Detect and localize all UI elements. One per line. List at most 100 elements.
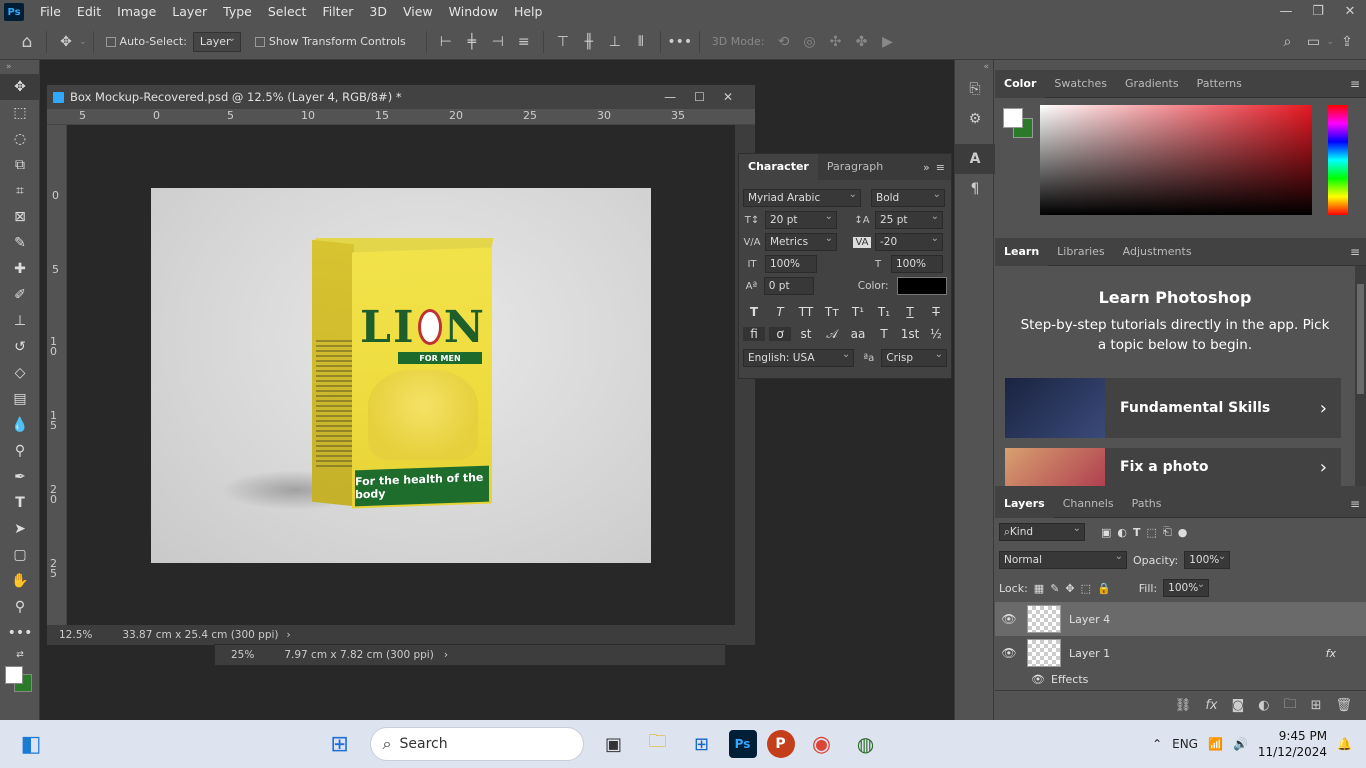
zoom-tool-icon[interactable]: ⚲ <box>0 594 40 620</box>
panel-menu-icon[interactable]: ≡ <box>1350 77 1360 91</box>
filter-adjustment-icon[interactable]: ◐ <box>1117 526 1127 539</box>
align-middle-icon[interactable]: ╫ <box>576 34 602 50</box>
menu-file[interactable]: File <box>32 0 69 24</box>
blur-tool-icon[interactable]: 💧 <box>0 412 40 438</box>
tab-color[interactable]: Color <box>995 69 1046 98</box>
minimize-icon[interactable]: — <box>664 90 676 104</box>
card-fix-a-photo[interactable]: Fix a photo › <box>1005 448 1341 486</box>
fill-field[interactable]: 100% <box>1163 579 1210 597</box>
home-icon[interactable]: ⌂ <box>14 32 40 52</box>
close-icon[interactable]: ✕ <box>1334 0 1366 22</box>
learn-scrollbar-thumb[interactable] <box>1357 284 1364 394</box>
chevron-right-icon[interactable]: › <box>444 649 448 661</box>
new-adjustment-icon[interactable]: ◐ <box>1258 698 1269 713</box>
3d-orbit-icon[interactable]: ⟲ <box>770 34 796 50</box>
menu-edit[interactable]: Edit <box>69 0 109 24</box>
menu-select[interactable]: Select <box>260 0 315 24</box>
align-center-icon[interactable]: ╪ <box>459 34 485 50</box>
panel-menu-icon[interactable]: ≡ <box>1350 245 1360 259</box>
tab-paths[interactable]: Paths <box>1123 490 1171 518</box>
crop-tool-icon[interactable]: ⌗ <box>0 178 40 204</box>
visibility-eye-icon[interactable]: 👁 <box>995 673 1051 686</box>
layer-filter-dropdown[interactable]: ⌕ Kind <box>999 523 1085 541</box>
tab-paragraph[interactable]: Paragraph <box>818 154 892 180</box>
workspace-icon[interactable]: ▭ <box>1300 34 1326 50</box>
menu-window[interactable]: Window <box>441 0 506 24</box>
lock-transparent-icon[interactable]: ▦ <box>1034 582 1044 595</box>
pen-tool-icon[interactable]: ✒ <box>0 464 40 490</box>
taskbar-search[interactable]: ⌕ Search <box>369 727 584 761</box>
filter-pixel-icon[interactable]: ▣ <box>1101 526 1111 539</box>
zoom-level[interactable]: 12.5% <box>59 629 92 641</box>
stylistic-alternates-icon[interactable]: 𝒜 <box>821 327 843 342</box>
app-icon[interactable]: ◍ <box>849 727 883 761</box>
tab-patterns[interactable]: Patterns <box>1188 70 1251 98</box>
align-bottom-icon[interactable]: ⊥ <box>602 34 628 50</box>
underline-icon[interactable]: T <box>899 305 921 319</box>
edit-toolbar-icon[interactable]: ••• <box>0 620 40 646</box>
add-mask-icon[interactable]: ◙ <box>1232 698 1245 713</box>
font-family-dropdown[interactable]: Myriad Arabic <box>743 189 861 207</box>
3d-pan-icon[interactable]: ✣ <box>822 34 848 50</box>
align-left-icon[interactable]: ⊢ <box>433 34 459 50</box>
swash-icon[interactable]: st <box>795 327 817 341</box>
antialias-dropdown[interactable]: Crisp <box>881 349 947 367</box>
share-icon[interactable]: ⇪ <box>1334 34 1360 50</box>
frame-tool-icon[interactable]: ⊠ <box>0 204 40 230</box>
eyedropper-tool-icon[interactable]: ✎ <box>0 230 40 256</box>
opacity-field[interactable]: 100% <box>1184 551 1231 569</box>
menu-3d[interactable]: 3D <box>361 0 395 24</box>
show-transform-checkbox[interactable]: Show Transform Controls <box>254 35 406 48</box>
clock[interactable]: 9:45 PM 11/12/2024 <box>1258 728 1327 760</box>
gradient-tool-icon[interactable]: ▤ <box>0 386 40 412</box>
link-layers-icon[interactable]: ⛓ <box>1175 698 1192 713</box>
clone-stamp-tool-icon[interactable]: ⊥ <box>0 308 40 334</box>
lasso-tool-icon[interactable]: ◌ <box>0 126 40 152</box>
leading-field[interactable]: 25 pt <box>875 211 943 229</box>
more-icon[interactable]: ••• <box>667 34 693 50</box>
hue-slider[interactable] <box>1328 105 1348 215</box>
close-icon[interactable]: ✕ <box>723 90 733 104</box>
filter-smart-object-icon[interactable]: ⎗ <box>1163 525 1172 539</box>
kerning-field[interactable]: Metrics <box>765 233 837 251</box>
layer-fx-badge[interactable]: fx <box>1326 647 1336 660</box>
expand-icon[interactable]: » <box>923 161 930 174</box>
blend-mode-dropdown[interactable]: Normal <box>999 551 1127 569</box>
new-group-icon[interactable]: 🗀 <box>1284 695 1297 717</box>
horizontal-scale-field[interactable]: 100% <box>891 255 943 273</box>
small-caps-icon[interactable]: Tт <box>821 305 843 319</box>
faux-italic-icon[interactable]: T <box>769 305 791 319</box>
all-caps-icon[interactable]: TT <box>795 305 817 319</box>
distribute-icon[interactable]: ≡ <box>511 34 537 50</box>
marquee-tool-icon[interactable]: ⬚ <box>0 100 40 126</box>
swap-colors-icon[interactable]: ⇄ <box>0 646 40 664</box>
properties-icon[interactable]: ⚙ <box>955 104 995 134</box>
widgets-icon[interactable]: ◧ <box>14 727 48 761</box>
restore-icon[interactable]: ❐ <box>1302 0 1334 22</box>
lock-position-icon[interactable]: ✥ <box>1065 582 1074 595</box>
visibility-eye-icon[interactable]: 👁 <box>995 612 1023 626</box>
shape-tool-icon[interactable]: ▢ <box>0 542 40 568</box>
menu-filter[interactable]: Filter <box>314 0 361 24</box>
ruler-horizontal[interactable]: 5 0 5 10 15 20 25 30 35 <box>47 109 755 125</box>
object-select-tool-icon[interactable]: ⧉ <box>0 152 40 178</box>
auto-select-checkbox[interactable]: Auto-Select: <box>105 35 187 48</box>
dodge-tool-icon[interactable]: ⚲ <box>0 438 40 464</box>
minimize-icon[interactable]: — <box>1270 0 1302 22</box>
3d-scale-icon[interactable]: ▶ <box>874 34 900 50</box>
ruler-vertical[interactable]: 0 5 10 15 20 25 <box>47 125 67 629</box>
foreground-color-swatch[interactable] <box>5 666 23 684</box>
tab-layers[interactable]: Layers <box>995 489 1054 518</box>
old-style-icon[interactable]: ơ <box>769 327 791 341</box>
foreground-color-swatch[interactable] <box>1003 108 1023 128</box>
language-dropdown[interactable]: English: USA <box>743 349 855 367</box>
ligatures-icon[interactable]: ﬁ <box>743 327 765 341</box>
contextual-icon[interactable]: T <box>873 327 895 341</box>
text-color-swatch[interactable] <box>896 277 947 295</box>
distribute-vertical-icon[interactable]: ⫴ <box>628 34 654 50</box>
tab-character[interactable]: Character <box>739 154 818 180</box>
chevron-up-icon[interactable]: ⌃ <box>1152 737 1162 751</box>
language-indicator[interactable]: ENG <box>1172 737 1198 751</box>
brush-tool-icon[interactable]: ✐ <box>0 282 40 308</box>
fractions-icon[interactable]: ½ <box>925 327 947 341</box>
